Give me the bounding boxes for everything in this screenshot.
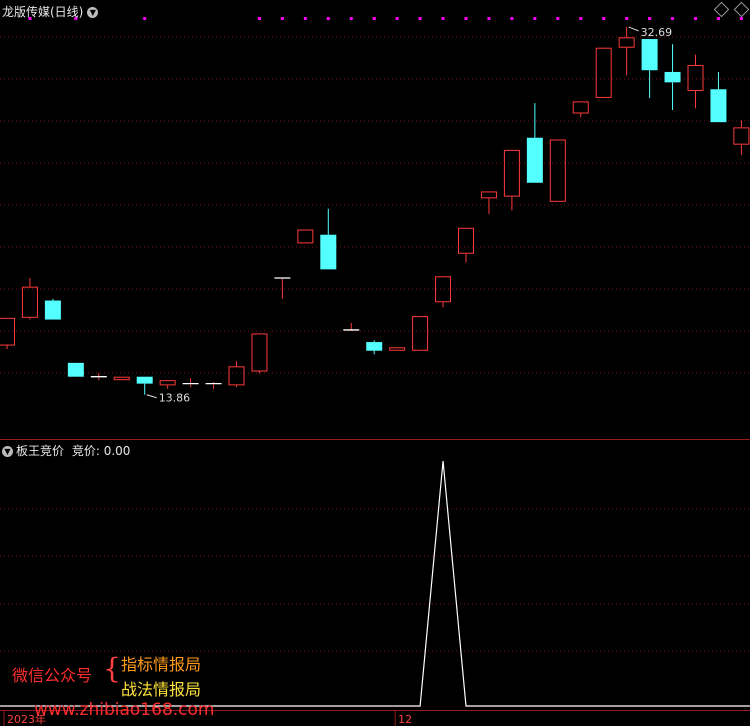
candle-body [297, 229, 314, 244]
marker-dot [716, 17, 720, 20]
marker-dot [280, 17, 284, 20]
candle-body [687, 65, 704, 91]
indicator-value: 竞价: 0.00 [71, 444, 131, 458]
candle-body [733, 127, 750, 145]
marker-dot [349, 17, 353, 20]
annotation-arrow [628, 26, 639, 32]
marker-dot [648, 17, 652, 20]
marker-dot [625, 17, 629, 20]
candle-body [366, 342, 383, 351]
candle-body [67, 362, 84, 377]
promo-watermark: www.zhibiao168.com [34, 700, 215, 720]
promo-line-1: 指标情报局 [121, 655, 202, 674]
marker-dot [533, 17, 537, 20]
candle-body [458, 227, 474, 254]
candle-body [480, 191, 497, 199]
marker-dot [143, 17, 147, 20]
price-annotations: 13.86 32.69 [146, 26, 673, 405]
main-chart-title: 龙版传媒(日线) [2, 5, 84, 19]
candle-body [228, 366, 245, 386]
candle-body [320, 234, 337, 270]
candle-body [412, 316, 429, 351]
candle-body [44, 300, 61, 320]
candle-body [503, 149, 520, 197]
candles [0, 26, 750, 395]
annotation-label: 32.69 [641, 26, 673, 39]
marker-dot [739, 17, 743, 20]
candle-body [389, 347, 406, 351]
candle-body [113, 376, 130, 381]
marker-dot [694, 17, 697, 20]
candle-body [159, 380, 176, 386]
x-tick-label: 12 [398, 713, 412, 726]
candle-body [21, 286, 38, 318]
candle-body [549, 139, 566, 202]
marker-dot [671, 17, 675, 20]
marker-dot [556, 17, 560, 20]
candle-body [618, 37, 635, 48]
marker-dot [257, 17, 261, 20]
promo-line-2: 战法情报局 [121, 680, 202, 699]
marker-dot [510, 17, 514, 20]
candle-body [641, 39, 658, 71]
chevron-down-icon[interactable]: ▼ [87, 7, 99, 18]
indicator-title: 板王竞价 [16, 444, 65, 458]
candle-body [0, 317, 15, 346]
marker-dot [372, 17, 376, 20]
top-markers [28, 17, 743, 20]
candle-body [136, 376, 153, 384]
marker-dot [395, 17, 399, 20]
candle-body [710, 89, 727, 123]
grid-lines [0, 36, 750, 711]
candle-body [664, 71, 681, 83]
marker-dot [303, 17, 307, 20]
marker-dot [418, 17, 422, 20]
stock-chart: 13.8632.69 2023年 12 [0, 17, 750, 726]
candle-body [595, 47, 612, 98]
promo-brace: { [103, 652, 121, 685]
candle-body [526, 137, 543, 183]
marker-dot [441, 17, 445, 20]
marker-dot [579, 17, 583, 20]
candle-body [572, 101, 589, 114]
annotation-label: 13.86 [159, 392, 191, 405]
chevron-down-icon[interactable]: ▼ [2, 446, 13, 457]
annotation-arrow [146, 394, 157, 399]
main-chart-header: 龙版传媒(日线) ▼ [2, 3, 99, 20]
marker-dot [487, 17, 491, 20]
marker-dot [326, 17, 330, 20]
marker-dot [464, 17, 468, 20]
candle-body [251, 333, 268, 372]
promo-left-text: 微信公众号 [12, 666, 93, 685]
marker-dot [602, 17, 606, 20]
indicator-header: ▼ 板王竞价 竞价: 0.00 [2, 442, 130, 459]
